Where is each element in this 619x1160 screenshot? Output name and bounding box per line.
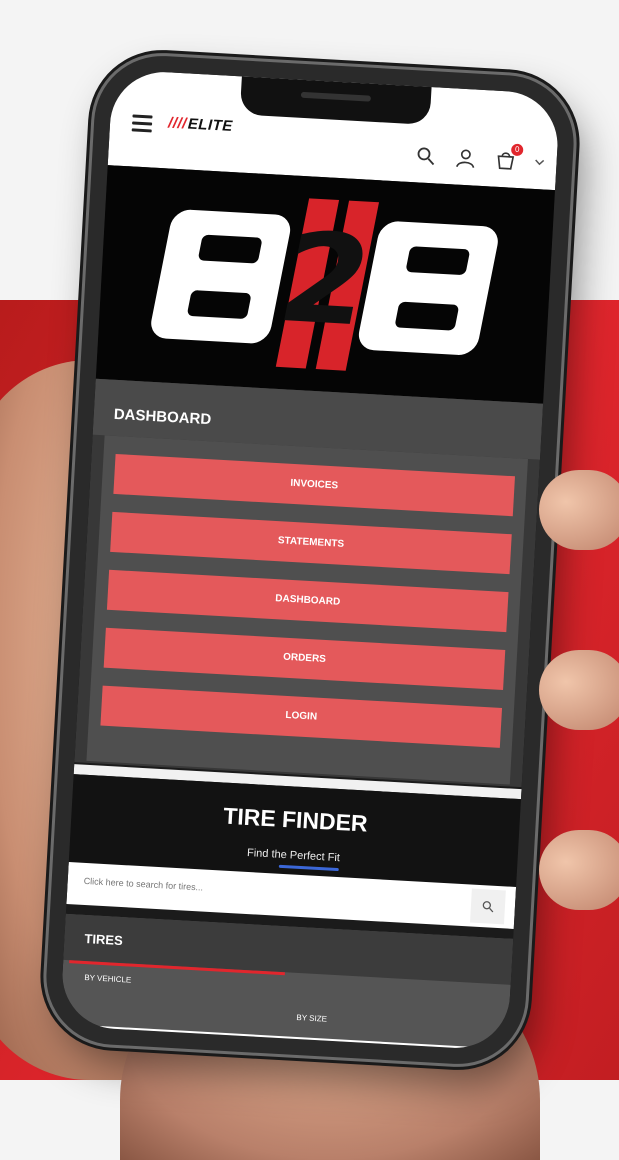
header-icons: 0	[414, 143, 545, 173]
tab-by-size[interactable]: BY SIZE	[296, 1013, 327, 1024]
tire-finder-subtitle: Find the Perfect Fit	[246, 846, 341, 872]
finger-1	[539, 470, 619, 550]
finger-2	[539, 650, 619, 730]
dashboard-button[interactable]: DASHBOARD	[106, 569, 509, 633]
tab-by-vehicle[interactable]: BY VEHICLE	[84, 973, 131, 985]
speaker-grille	[300, 91, 372, 102]
logo-stripes: ////	[167, 114, 188, 133]
tire-search-button[interactable]	[470, 888, 506, 925]
cart-icon[interactable]: 0	[494, 143, 524, 172]
statements-button[interactable]: STATEMENTS	[110, 511, 512, 575]
b2b-hero-banner: 2	[95, 165, 556, 404]
chevron-down-icon[interactable]	[534, 157, 545, 168]
cart-count-badge: 0	[510, 143, 524, 157]
invoices-button[interactable]: INVOICES	[113, 453, 515, 517]
phone-wrapper: ////ELITE 0 2 DASHBOARD INVOICES STATEME…	[42, 52, 578, 1068]
finger-3	[539, 830, 619, 910]
orders-button[interactable]: ORDERS	[103, 627, 506, 690]
logo-text: ELITE	[187, 115, 234, 135]
phone-screen: ////ELITE 0 2 DASHBOARD INVOICES STATEME…	[59, 69, 561, 1051]
b2b-logo: 2	[148, 190, 502, 378]
search-icon	[482, 901, 494, 913]
tire-finder-subtitle-text: Find the Perfect Fit	[246, 846, 341, 865]
elite-logo[interactable]: ////ELITE	[168, 114, 234, 135]
search-icon[interactable]	[414, 144, 437, 167]
login-button[interactable]: LOGIN	[100, 685, 503, 748]
swoosh-underline	[279, 864, 340, 872]
user-icon[interactable]	[454, 146, 477, 169]
dashboard-buttons: INVOICES STATEMENTS DASHBOARD ORDERS LOG…	[86, 435, 528, 785]
tire-search-input[interactable]	[81, 874, 386, 904]
tire-finder-title: TIRE FINDER	[222, 802, 369, 837]
tires-panel: TIRES BY VEHICLE BY SIZE Year ▾	[59, 913, 514, 1051]
phone-body: ////ELITE 0 2 DASHBOARD INVOICES STATEME…	[42, 52, 578, 1068]
dashboard-panel: DASHBOARD INVOICES STATEMENTS DASHBOARD …	[74, 378, 544, 788]
menu-icon[interactable]	[131, 114, 153, 136]
letter-b-right	[355, 220, 502, 356]
